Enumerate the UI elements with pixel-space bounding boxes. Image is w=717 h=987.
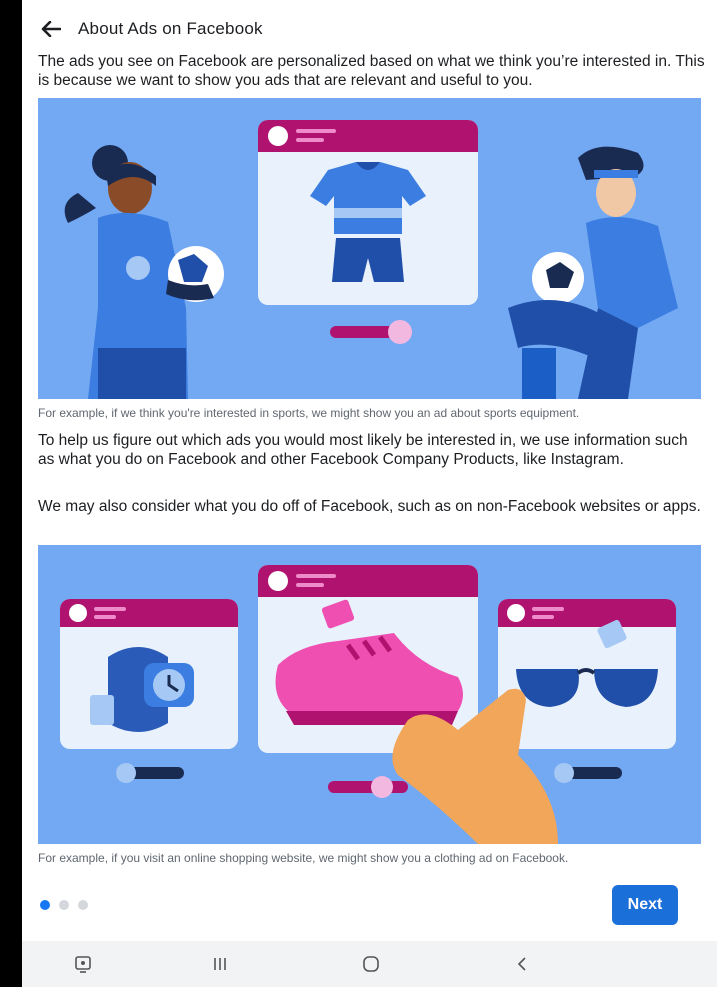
back-button[interactable]: [38, 16, 64, 42]
home-button[interactable]: [356, 949, 386, 979]
caption-shopping: For example, if you visit an online shop…: [38, 851, 569, 865]
shoe-slider-knob: [371, 776, 393, 798]
left-edge-bar: [0, 0, 22, 987]
sunglasses-slider-knob: [554, 763, 574, 783]
slider-knob: [388, 320, 412, 344]
header: About Ads on Facebook: [38, 14, 263, 44]
body-text-1: To help us figure out which ads you woul…: [38, 432, 688, 468]
boy-player: [508, 146, 678, 399]
intro-text: The ads you see on Facebook are personal…: [38, 53, 705, 89]
sports-ad-scene: [64, 120, 678, 399]
body-text-2: We may also consider what you do off of …: [38, 498, 701, 515]
arrow-left-icon: [41, 21, 61, 37]
page-title: About Ads on Facebook: [78, 19, 263, 38]
pagination-dot-3: [78, 900, 88, 910]
shopping-ad-scene: [60, 565, 676, 844]
girl-player: [64, 145, 224, 399]
watch-slider-knob: [116, 763, 136, 783]
sports-illustration: [38, 98, 701, 399]
pagination-dot-2: [59, 900, 69, 910]
pagination-dot-1: [40, 900, 50, 910]
watch-ad-card: [60, 599, 238, 749]
back-icon: [517, 957, 526, 971]
sunglasses-ad-card: [498, 599, 676, 749]
system-nav-bar: [22, 941, 717, 987]
caption-sports: For example, if we think you're interest…: [38, 406, 580, 420]
recents-button[interactable]: [205, 949, 235, 979]
recents-icon: [214, 958, 226, 970]
home-icon: [363, 956, 379, 972]
shopping-illustration: [38, 545, 701, 844]
pagination-dots: [40, 900, 88, 910]
next-button[interactable]: Next: [612, 885, 678, 925]
shirt-ad-card: [258, 120, 478, 305]
screenshot-icon: [75, 956, 91, 973]
screenshot-button[interactable]: [68, 949, 98, 979]
system-back-button[interactable]: [508, 949, 538, 979]
main-content: About Ads on Facebook The ads you see on…: [22, 0, 717, 987]
shoe-slider-track: [328, 781, 408, 793]
